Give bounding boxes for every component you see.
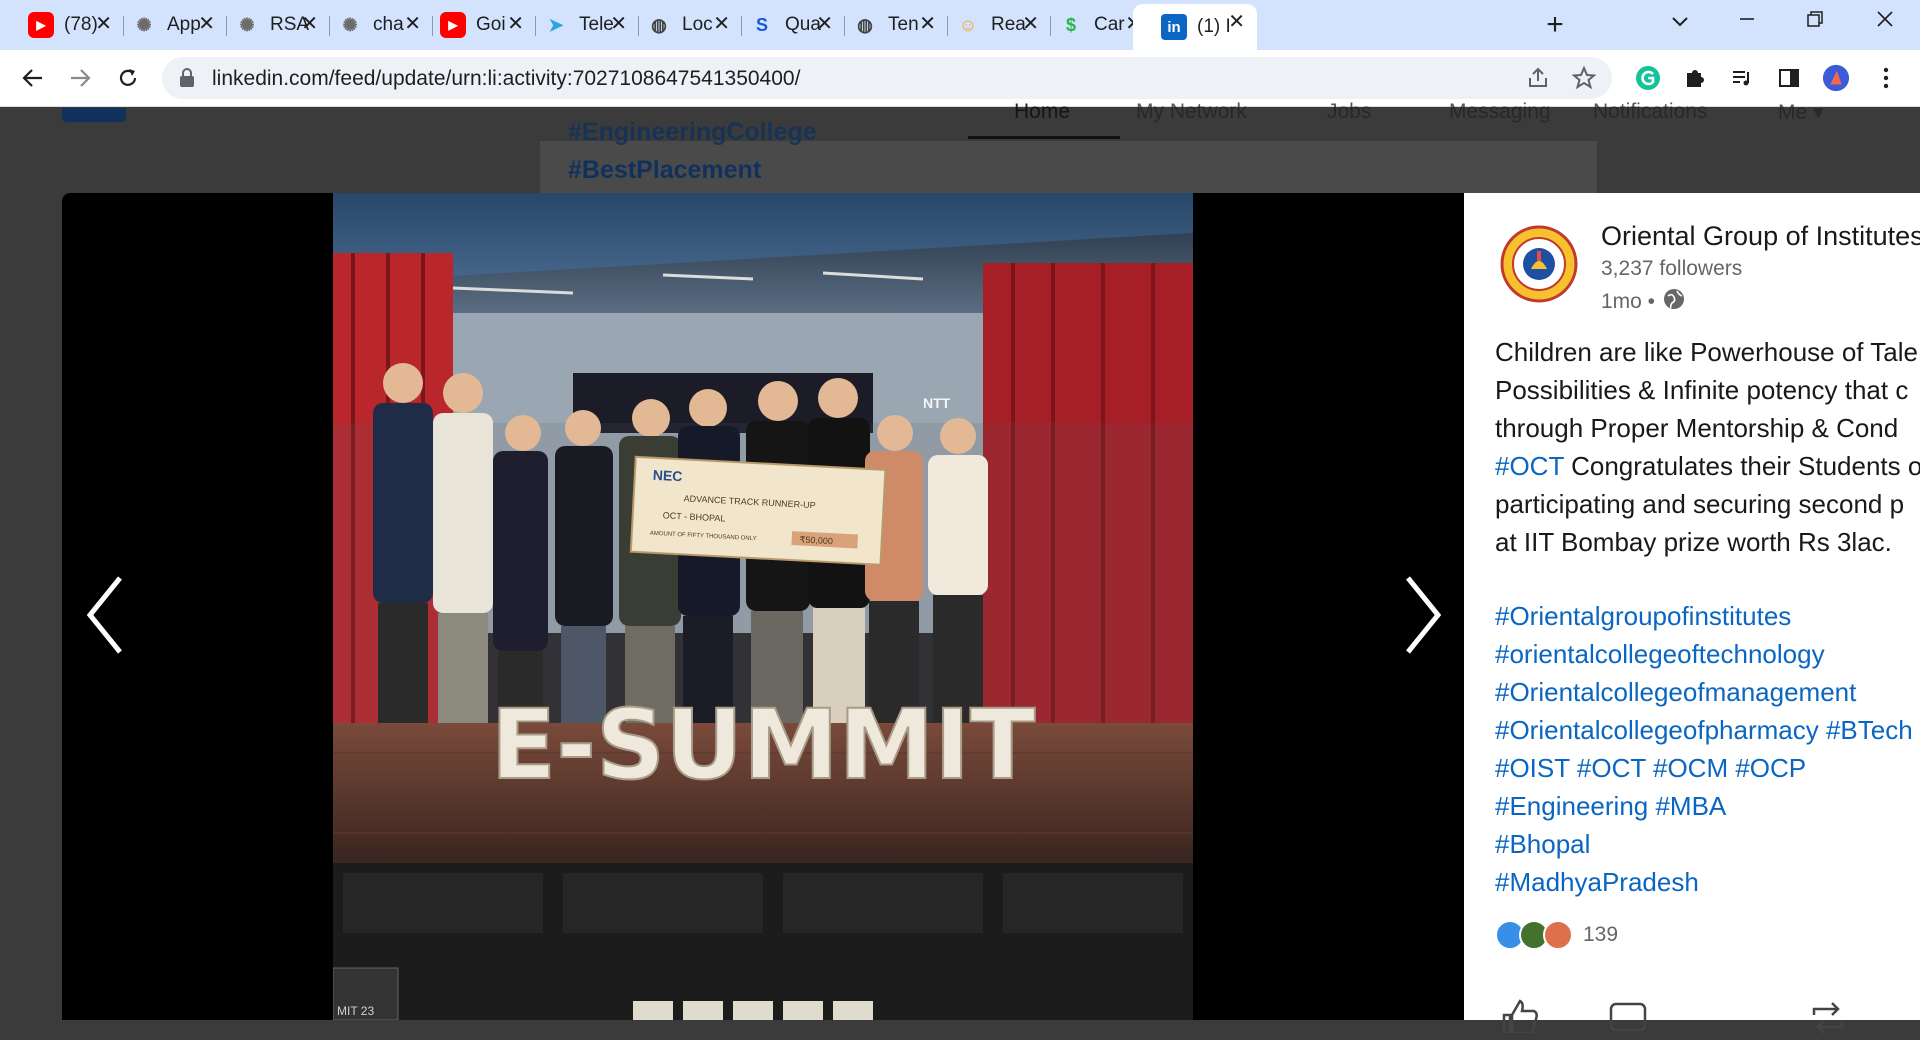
bookmark-star-icon[interactable]: [1571, 65, 1597, 95]
hashtag-line[interactable]: #Orientalcollegeofpharmacy #BTech: [1495, 711, 1913, 749]
post-meta: 1mo •: [1601, 288, 1685, 316]
extensions-puzzle-icon[interactable]: [1681, 64, 1709, 92]
globe-icon: ◍: [857, 14, 873, 35]
media-control-icon[interactable]: [1728, 64, 1756, 92]
home-active-indicator: [968, 136, 1120, 139]
e-summit-letters: E-SUMMIT: [491, 689, 1036, 801]
hashtag-line[interactable]: #Engineering #MBA: [1495, 787, 1913, 825]
chatgpt-icon: ✺: [239, 14, 255, 35]
nav-home[interactable]: Home: [1014, 100, 1070, 124]
chrome-menu-icon[interactable]: [1872, 64, 1900, 92]
oriental-logo[interactable]: [1500, 225, 1578, 303]
hashtag-line[interactable]: #OIST #OCT #OCM #OCP: [1495, 749, 1913, 787]
chatgpt-icon: ✺: [342, 14, 358, 35]
globe-icon: [1663, 288, 1685, 316]
youtube-icon: ▶: [440, 12, 466, 38]
hashtag-line[interactable]: #Bhopal: [1495, 825, 1913, 863]
podium-text: MIT 23: [337, 1004, 374, 1018]
post-line-4: #OCT Congratulates their Students o: [1495, 447, 1920, 485]
nav-me-label: Me: [1778, 101, 1808, 124]
linkedin-logo[interactable]: [62, 108, 126, 122]
nav-me[interactable]: Me ▾: [1778, 100, 1824, 125]
back-icon[interactable]: [17, 62, 49, 94]
nav-messaging[interactable]: Messaging: [1449, 100, 1551, 124]
minimize-icon[interactable]: [1722, 8, 1772, 34]
post-actions-bar: [1464, 993, 1920, 1035]
next-image-arrow[interactable]: [1390, 570, 1450, 660]
background-hashtag-partial: #EngineeringCollege: [568, 118, 817, 146]
nav-my-network[interactable]: My Network: [1136, 100, 1247, 124]
hashtag-link[interactable]: #OCT: [1495, 451, 1564, 481]
dollar-icon: $: [1065, 14, 1076, 35]
screen-text: NTT: [923, 395, 951, 411]
love-reaction-icon: [1543, 920, 1573, 950]
s-logo-icon: S: [755, 14, 768, 35]
post-line-1: Children are like Powerhouse of Tale: [1495, 337, 1918, 367]
tab-search-icon[interactable]: [1655, 8, 1705, 34]
browser-toolbar: linkedin.com/feed/update/urn:li:activity…: [0, 50, 1920, 107]
background-hashtag: #BestPlacement: [568, 156, 762, 184]
emoji-icon: ☺: [958, 14, 978, 35]
tab-strip: ▶ (78) ✕ ✺ App ✕ ✺ RSA ✕ ✺ cha ✕ ▶ Goi ✕ ➤ Tele ✕ ◍ Loc ✕ S Qu…: [0, 0, 1920, 50]
reload-icon[interactable]: [112, 62, 144, 94]
close-tab-icon[interactable]: ✕: [1228, 12, 1245, 32]
post-line-2: Possibilities & Infinite potency that c: [1495, 375, 1909, 405]
nav-jobs[interactable]: Jobs: [1327, 100, 1371, 124]
youtube-icon: ▶: [28, 12, 54, 38]
post-photo[interactable]: NTT NEC ADVANCE TRACK RUNNER-UP OCT - BH…: [333, 193, 1193, 1020]
address-bar[interactable]: linkedin.com/feed/update/urn:li:activity…: [162, 57, 1612, 99]
repost-button-icon[interactable]: [1808, 1001, 1848, 1040]
hashtag-line[interactable]: #Orientalcollegeofmanagement: [1495, 673, 1913, 711]
lock-icon[interactable]: [178, 68, 196, 93]
linkedin-icon: in: [1161, 14, 1187, 40]
organization-name[interactable]: Oriental Group of Institutes: [1601, 221, 1920, 252]
comment-button-icon[interactable]: [1608, 1001, 1648, 1040]
post-line-6: at IIT Bombay prize worth Rs 3lac.: [1495, 527, 1892, 557]
chatgpt-icon: ✺: [136, 14, 152, 35]
new-tab-button[interactable]: +: [1535, 8, 1575, 42]
post-body: Children are like Powerhouse of Tale Pos…: [1495, 333, 1920, 561]
hashtag-list: #Orientalgroupofinstitutes #orientalcoll…: [1495, 597, 1913, 901]
grammarly-icon[interactable]: [1634, 64, 1662, 92]
profile-avatar-icon[interactable]: [1822, 64, 1850, 92]
follower-count: 3,237 followers: [1601, 257, 1743, 280]
hashtag-line[interactable]: #MadhyaPradesh: [1495, 863, 1913, 901]
browser-tab[interactable]: in (1) I ✕: [1133, 4, 1257, 50]
reaction-count: 139: [1583, 923, 1619, 946]
previous-image-arrow[interactable]: [78, 570, 138, 660]
cheque-org: NEC: [652, 467, 682, 485]
like-button-icon[interactable]: [1500, 999, 1540, 1038]
reactions-summary[interactable]: 139: [1495, 920, 1618, 950]
globe-icon: ◍: [651, 14, 667, 35]
cheque-amount: ₹50,000: [799, 534, 833, 546]
forward-icon[interactable]: [64, 62, 96, 94]
nav-notifications[interactable]: Notifications: [1593, 100, 1707, 124]
post-line-5: participating and securing second p: [1495, 489, 1905, 519]
url-text[interactable]: linkedin.com/feed/update/urn:li:activity…: [212, 67, 800, 91]
side-panel-icon[interactable]: [1775, 64, 1803, 92]
post-details-panel: Oriental Group of Institutes 3,237 follo…: [1464, 193, 1920, 1035]
restore-icon[interactable]: [1790, 8, 1840, 34]
close-window-icon[interactable]: [1860, 8, 1910, 34]
hashtag-line[interactable]: #Orientalgroupofinstitutes: [1495, 597, 1913, 635]
hashtag-line[interactable]: #orientalcollegeoftechnology: [1495, 635, 1913, 673]
share-icon[interactable]: [1526, 66, 1550, 95]
post-line-3: through Proper Mentorship & Cond: [1495, 413, 1899, 443]
post-line-4-text: Congratulates their Students o: [1563, 451, 1920, 481]
telegram-icon: ➤: [548, 14, 564, 35]
post-time: 1mo •: [1601, 290, 1656, 313]
